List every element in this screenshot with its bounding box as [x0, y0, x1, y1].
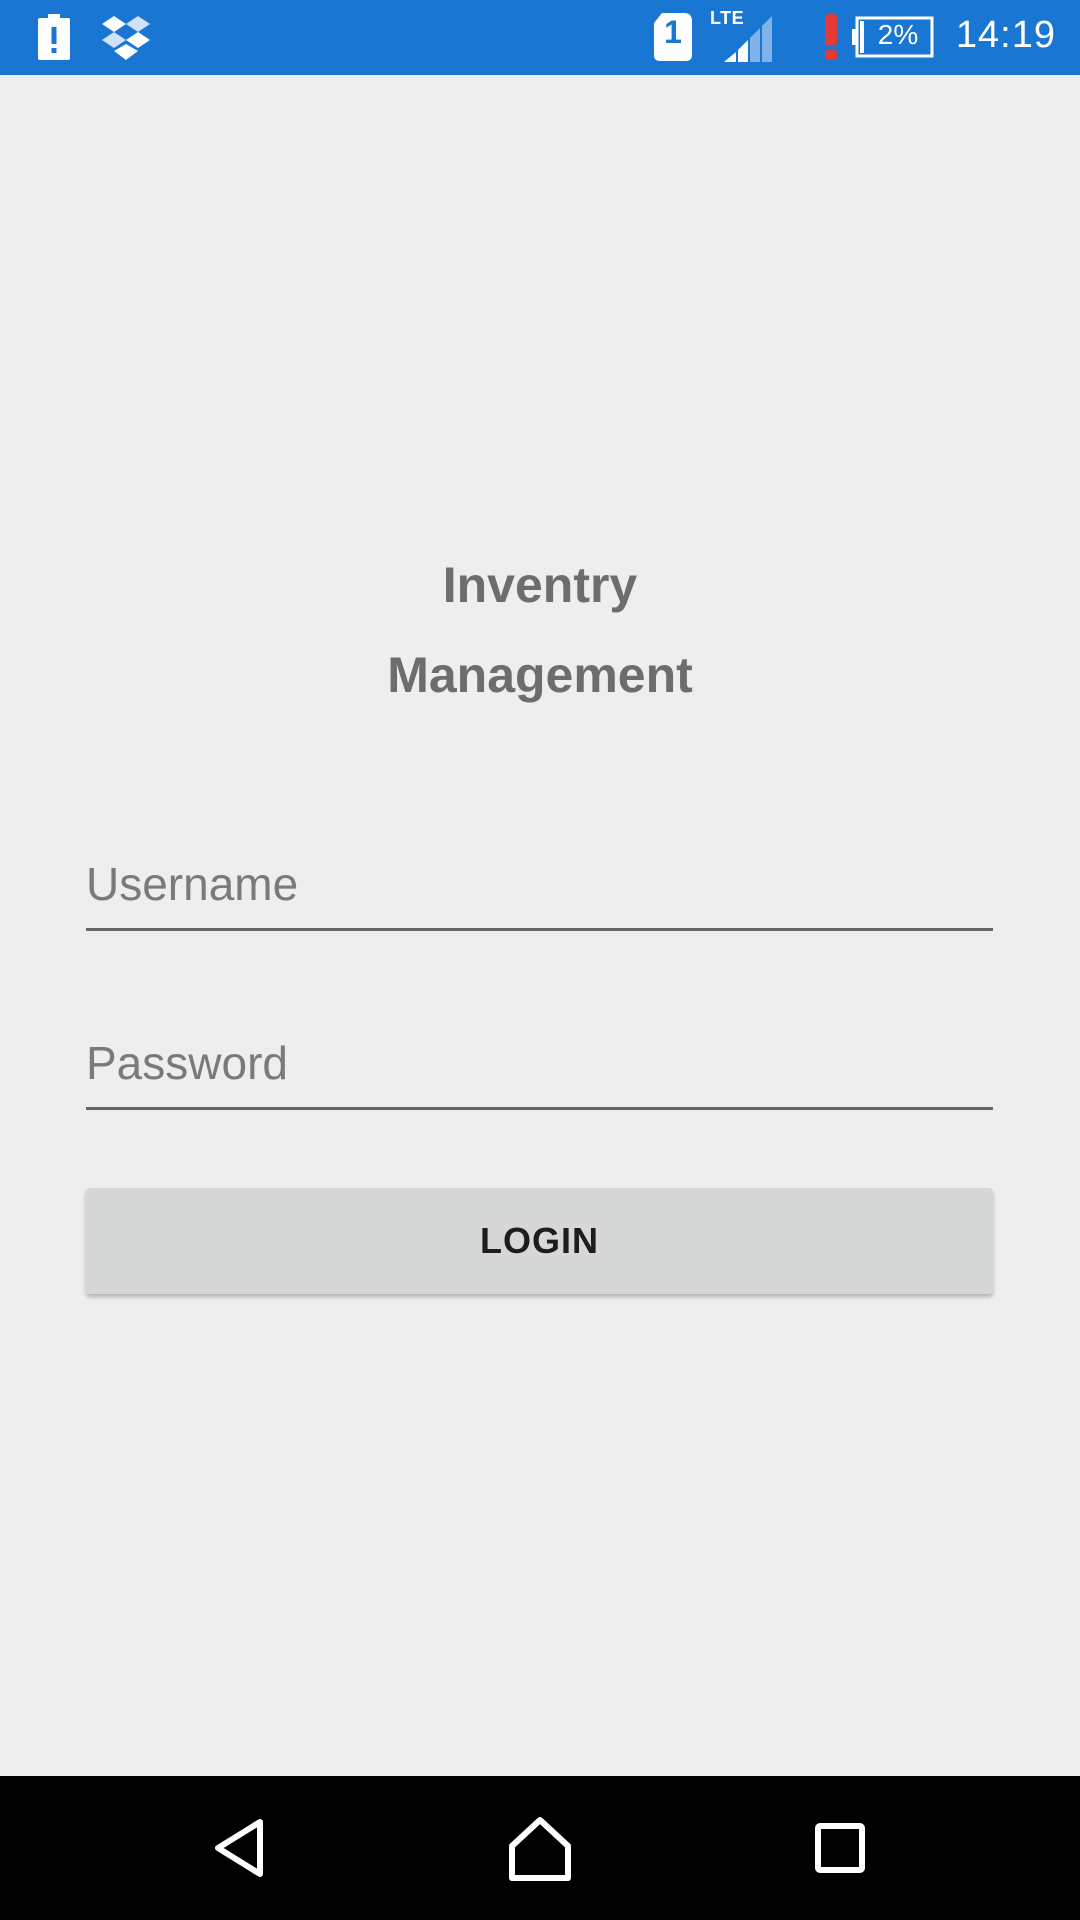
back-icon[interactable]	[198, 1806, 282, 1890]
home-icon[interactable]	[498, 1806, 582, 1890]
password-field	[86, 1019, 993, 1110]
status-bar: 1 LTE 2% 14:19	[0, 0, 1080, 75]
login-button[interactable]: LOGIN	[86, 1188, 993, 1294]
username-field	[86, 840, 993, 931]
signal-icon	[724, 16, 772, 62]
battery-level: 2%	[877, 19, 919, 50]
username-input[interactable]	[86, 840, 993, 928]
app-title-line-1: Inventry	[442, 557, 638, 613]
recents-icon[interactable]	[798, 1806, 882, 1890]
dropbox-icon	[102, 16, 150, 60]
app-title: Inventry Management	[0, 540, 1080, 720]
app-title-line-2: Management	[387, 647, 693, 703]
navigation-bar	[0, 1776, 1080, 1920]
battery-alert-icon	[38, 14, 70, 60]
clock: 14:19	[955, 14, 1056, 56]
password-input[interactable]	[86, 1019, 993, 1107]
warning-icon	[825, 14, 837, 60]
sim-slot-number: 1	[664, 14, 682, 50]
